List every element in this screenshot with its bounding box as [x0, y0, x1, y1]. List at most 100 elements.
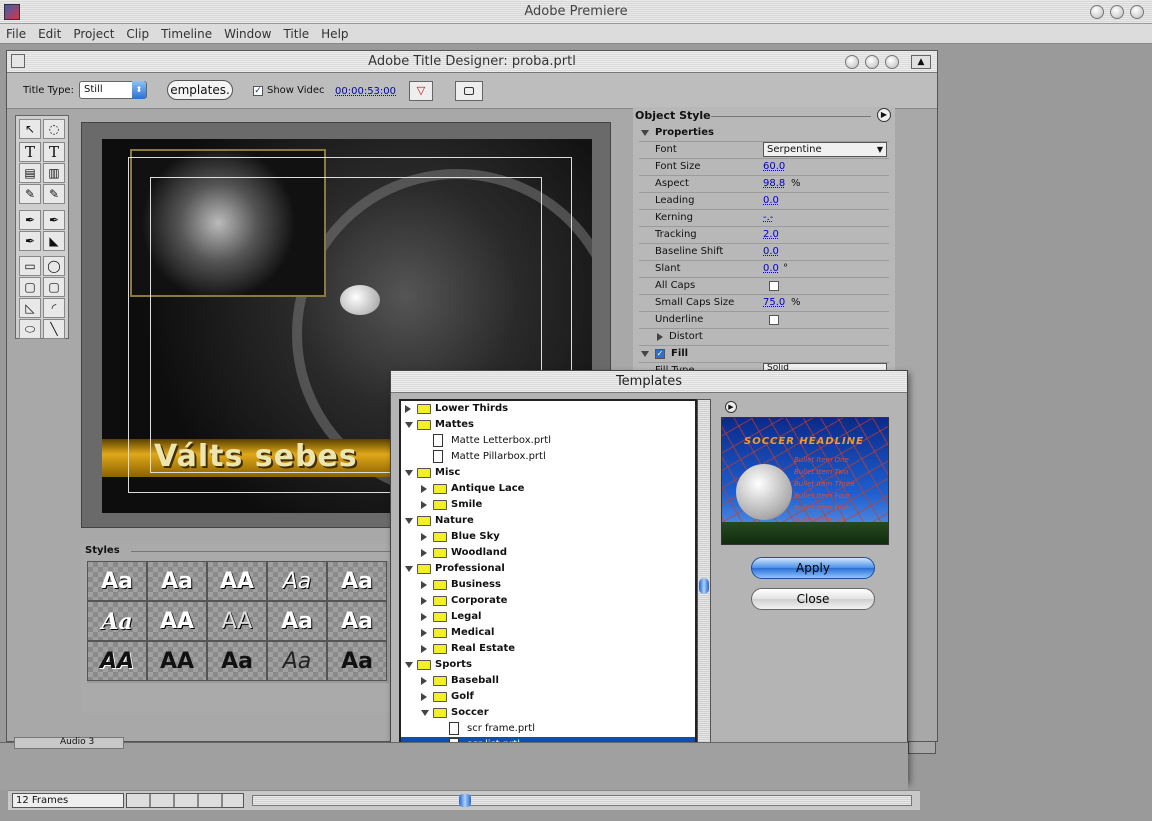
safe-area-button[interactable] — [455, 81, 483, 101]
disclosure-closed-icon[interactable] — [421, 501, 427, 509]
disclosure-closed-icon[interactable] — [421, 645, 427, 653]
tree-folder-row[interactable]: Real Estate — [401, 641, 695, 657]
vertical-type-tool-icon[interactable]: T — [43, 142, 65, 162]
clipped-rect-tool-icon[interactable]: ▢ — [43, 277, 65, 297]
oval-tool-icon[interactable]: ⬭ — [19, 319, 41, 339]
show-video-checkbox[interactable]: ✓ — [253, 86, 263, 96]
tree-folder-row[interactable]: Soccer — [401, 705, 695, 721]
style-swatch[interactable]: AA — [87, 641, 147, 681]
tree-folder-row[interactable]: Medical — [401, 625, 695, 641]
style-swatch[interactable]: AA — [147, 601, 207, 641]
timeline-tool-buttons[interactable] — [126, 793, 244, 808]
apply-button[interactable]: Apply — [751, 557, 875, 579]
tree-file-row[interactable]: Matte Letterbox.prtl — [401, 433, 695, 449]
leading-value[interactable]: 0.0 — [763, 195, 779, 206]
style-swatch[interactable]: Aa — [267, 601, 327, 641]
collapse-arrow-icon[interactable]: ▲ — [911, 55, 931, 69]
title-type-select[interactable]: Still ⬍ — [79, 81, 147, 99]
underline-checkbox[interactable] — [769, 315, 779, 325]
rounded-rect-tool-icon[interactable]: ▢ — [19, 277, 41, 297]
rotation-tool-icon[interactable]: ◌ — [43, 119, 65, 139]
menu-title[interactable]: Title — [277, 24, 315, 44]
disclosure-closed-icon[interactable] — [421, 485, 427, 493]
style-swatch[interactable]: Aa — [207, 641, 267, 681]
all-caps-checkbox[interactable] — [769, 281, 779, 291]
disclosure-closed-icon[interactable] — [421, 693, 427, 701]
style-swatch[interactable]: Aa — [267, 561, 327, 601]
fill-header[interactable]: ✓ Fill — [639, 346, 889, 363]
tree-folder-row[interactable]: Professional — [401, 561, 695, 577]
tree-folder-row[interactable]: Corporate — [401, 593, 695, 609]
disclosure-open-icon[interactable] — [405, 662, 413, 668]
tree-folder-row[interactable]: Smile — [401, 497, 695, 513]
disclosure-open-icon[interactable] — [405, 470, 413, 476]
marker-icon[interactable]: ▽ — [409, 81, 433, 101]
close-button[interactable]: Close — [751, 588, 875, 610]
font-size-value[interactable]: 60.0 — [763, 161, 785, 172]
tree-folder-row[interactable]: Nature — [401, 513, 695, 529]
window-minimize-icon[interactable] — [1110, 5, 1124, 19]
tree-folder-row[interactable]: Blue Sky — [401, 529, 695, 545]
style-swatch[interactable]: Aa — [147, 561, 207, 601]
disclosure-closed-icon[interactable] — [405, 405, 411, 413]
tree-folder-row[interactable]: Woodland — [401, 545, 695, 561]
td-close-icon[interactable] — [885, 55, 899, 69]
style-swatch[interactable]: AA — [147, 641, 207, 681]
properties-header[interactable]: Properties — [639, 125, 889, 142]
tree-folder-row[interactable]: Antique Lace — [401, 481, 695, 497]
td-minimize-icon[interactable] — [865, 55, 879, 69]
style-swatch[interactable]: Aa — [267, 641, 327, 681]
path-type-tool-icon[interactable]: ✎ — [19, 184, 41, 204]
arc-tool-icon[interactable]: ◜ — [43, 298, 65, 318]
style-swatch[interactable]: AA — [207, 561, 267, 601]
selection-tool-icon[interactable]: ↖ — [19, 119, 41, 139]
disclosure-closed-icon[interactable] — [421, 533, 427, 541]
tree-folder-row[interactable]: Legal — [401, 609, 695, 625]
disclosure-closed-icon[interactable] — [421, 677, 427, 685]
timeline-scrollbar[interactable] — [252, 794, 912, 807]
small-caps-size-value[interactable]: 75.0 — [763, 297, 785, 308]
panel-menu-icon[interactable]: ▶ — [877, 108, 891, 122]
add-anchor-tool-icon[interactable]: ✒ — [43, 210, 65, 230]
tree-folder-row[interactable]: Business — [401, 577, 695, 593]
rectangle-tool-icon[interactable]: ▭ — [19, 256, 41, 276]
disclosure-open-icon[interactable] — [405, 566, 413, 572]
convert-anchor-tool-icon[interactable]: ◣ — [43, 231, 65, 251]
distort-row[interactable]: Distort — [639, 329, 889, 346]
style-swatch[interactable]: Aa — [327, 601, 387, 641]
tree-folder-row[interactable]: Sports — [401, 657, 695, 673]
frames-select[interactable]: 12 Frames — [12, 793, 124, 808]
style-swatch[interactable]: Aa — [327, 641, 387, 681]
aspect-value[interactable]: 98.8 — [763, 178, 785, 189]
style-swatch[interactable]: Aa — [327, 561, 387, 601]
disclosure-open-icon[interactable] — [421, 710, 429, 716]
area-type-tool-icon[interactable]: ▤ — [19, 163, 41, 183]
tree-scrollbar[interactable]: ▼ — [697, 399, 711, 773]
window-close-icon[interactable] — [1130, 5, 1144, 19]
menu-clip[interactable]: Clip — [120, 24, 155, 44]
kerning-value[interactable]: -.- — [763, 212, 773, 223]
ellipse-tool-icon[interactable]: ◯ — [43, 256, 65, 276]
disclosure-closed-icon[interactable] — [421, 597, 427, 605]
tree-folder-row[interactable]: Misc — [401, 465, 695, 481]
window-zoom-icon[interactable] — [1090, 5, 1104, 19]
tree-folder-row[interactable]: Lower Thirds — [401, 401, 695, 417]
baseline-shift-value[interactable]: 0.0 — [763, 246, 779, 257]
td-zoom-icon[interactable] — [845, 55, 859, 69]
slant-value[interactable]: 0.0 — [763, 263, 779, 274]
tree-folder-row[interactable]: Mattes — [401, 417, 695, 433]
menu-edit[interactable]: Edit — [32, 24, 67, 44]
menu-window[interactable]: Window — [218, 24, 277, 44]
dialog-menu-icon[interactable]: ▶ — [725, 401, 737, 413]
tree-file-row[interactable]: Matte Pillarbox.prtl — [401, 449, 695, 465]
timecode-value[interactable]: 00:00:53:00 — [335, 86, 396, 97]
disclosure-closed-icon[interactable] — [421, 629, 427, 637]
menu-file[interactable]: File — [0, 24, 32, 44]
templates-button[interactable]: emplates. — [167, 80, 233, 100]
menu-help[interactable]: Help — [315, 24, 354, 44]
vertical-area-type-tool-icon[interactable]: ▥ — [43, 163, 65, 183]
style-swatch[interactable]: Aa — [87, 561, 147, 601]
timeline-scroll-thumb[interactable] — [459, 794, 471, 807]
fill-checkbox[interactable]: ✓ — [655, 349, 665, 359]
menu-project[interactable]: Project — [67, 24, 120, 44]
